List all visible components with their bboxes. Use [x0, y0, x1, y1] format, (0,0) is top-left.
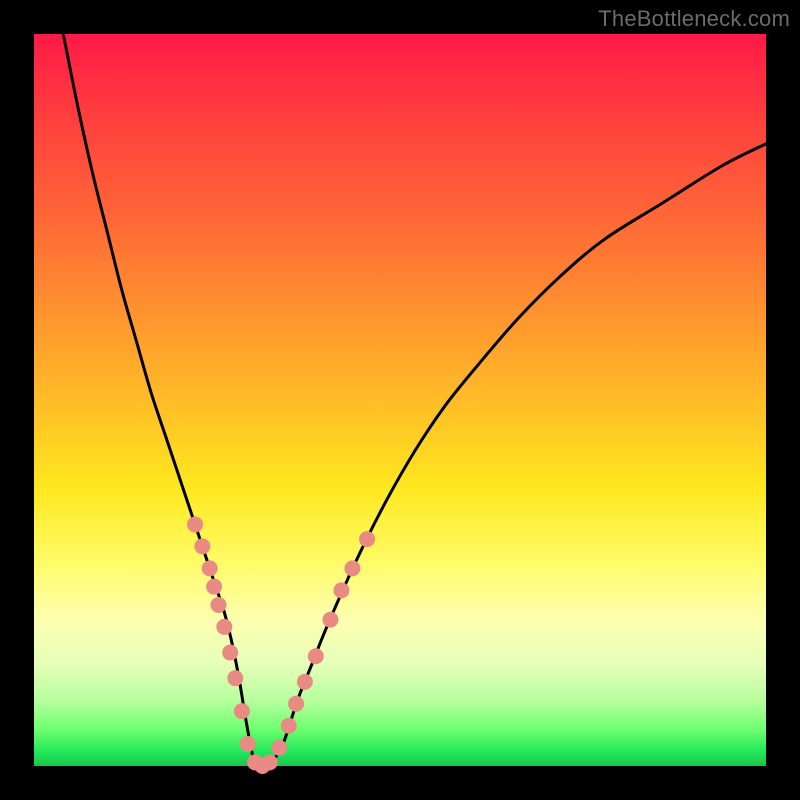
highlight-marker	[240, 736, 256, 752]
highlight-marker	[194, 538, 210, 554]
highlight-marker	[333, 582, 349, 598]
highlight-marker	[322, 612, 338, 628]
chart-svg	[34, 34, 766, 766]
chart-frame: TheBottleneck.com	[0, 0, 800, 800]
highlight-marker	[222, 645, 238, 661]
highlight-marker	[359, 531, 375, 547]
highlight-marker	[262, 754, 278, 770]
highlight-marker	[227, 670, 243, 686]
highlight-marker	[187, 516, 203, 532]
plot-area	[34, 34, 766, 766]
highlight-marker	[297, 674, 313, 690]
curve-layer	[63, 34, 766, 768]
highlight-marker	[216, 619, 232, 635]
marker-layer	[187, 516, 375, 774]
highlight-marker	[271, 740, 287, 756]
highlight-marker	[210, 597, 226, 613]
highlight-marker	[234, 703, 250, 719]
bottleneck-curve	[63, 34, 766, 768]
highlight-marker	[344, 560, 360, 576]
highlight-marker	[288, 696, 304, 712]
highlight-marker	[281, 718, 297, 734]
highlight-marker	[202, 560, 218, 576]
highlight-marker	[308, 648, 324, 664]
watermark-text: TheBottleneck.com	[598, 6, 790, 32]
highlight-marker	[206, 579, 222, 595]
